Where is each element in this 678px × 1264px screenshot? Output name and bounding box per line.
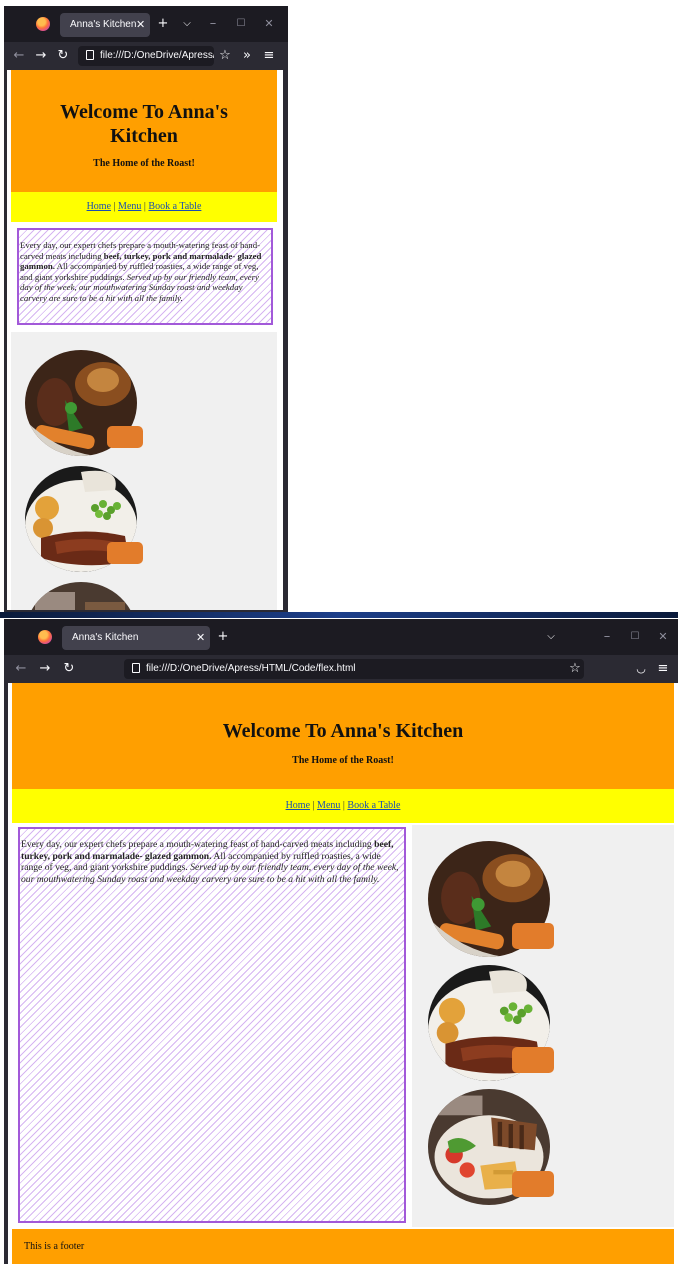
nav-bar: ← → ↻ file:///D:/OneDrive/Apress/HTML ☆ … [4,42,288,70]
food-gallery [11,332,277,610]
tab-title: Anna's Kitchen [70,19,137,30]
nav-book-link[interactable]: Book a Table [347,800,400,811]
page-header: Welcome To Anna's Kitchen The Home of th… [12,683,674,789]
browser-window-narrow: Anna's Kitchen ✕ + ⌵ – ☐ ✕ ← → ↻ file://… [4,6,288,612]
menu-icon[interactable]: ≡ [260,46,278,66]
nav-bar: ← → ↻ file:///D:/OneDrive/Apress/HTML/Co… [4,655,678,683]
firefox-logo-icon [38,630,52,644]
firefox-logo-icon [36,17,50,31]
food-badge [512,923,554,949]
nav-separator: | [342,800,345,811]
tab-title: Anna's Kitchen [72,632,139,643]
food-badge [107,426,143,448]
maximize-icon[interactable]: ☐ [232,14,250,34]
close-window-icon[interactable]: ✕ [654,627,672,647]
page-icon [86,50,94,60]
tagline: The Home of the Roast! [93,158,195,169]
browser-window-wide: Anna's Kitchen ✕ + ⌵ – ☐ ✕ ← → ↻ file://… [4,619,678,1264]
star-icon[interactable]: ☆ [216,46,234,66]
food-image-steak-salad [25,582,137,610]
close-icon[interactable]: ✕ [196,626,205,650]
tab-annas-kitchen[interactable]: Anna's Kitchen ✕ [60,13,150,37]
food-badge [512,1047,554,1073]
maximize-icon[interactable]: ☐ [626,627,644,647]
intro-lead: Every day, our expert chefs prepare a mo… [21,839,372,850]
reload-icon[interactable]: ↻ [60,659,78,679]
nav-menu-link[interactable]: Menu [118,201,141,212]
food-gallery [412,825,674,1227]
food-badge [512,1171,554,1197]
desktop-background [0,612,678,618]
chevron-down-icon[interactable]: ⌵ [542,627,560,647]
chevron-down-icon[interactable]: ⌵ [178,14,196,34]
minimize-icon[interactable]: – [598,627,616,647]
nav-home-link[interactable]: Home [87,201,111,212]
back-icon[interactable]: ← [10,46,28,66]
forward-icon[interactable]: → [36,659,54,679]
url-text: file:///D:/OneDrive/Apress/HTML [100,50,214,61]
food-badge [107,542,143,564]
page-icon [132,663,140,673]
footer-text: This is a footer [24,1241,85,1252]
menu-icon[interactable]: ≡ [654,659,672,679]
nav-links: Home | Menu | Book a Table [12,789,674,823]
tab-bar: Anna's Kitchen ✕ + ⌵ – ☐ ✕ [4,619,678,655]
pocket-icon[interactable]: ◡ [632,659,650,679]
nav-book-link[interactable]: Book a Table [148,201,201,212]
url-text: file:///D:/OneDrive/Apress/HTML/Code/fle… [146,663,356,674]
nav-links: Home | Menu | Book a Table [11,192,277,222]
tagline: The Home of the Roast! [292,755,394,766]
plus-icon[interactable]: + [154,14,172,34]
close-window-icon[interactable]: ✕ [260,14,278,34]
page-title: Welcome To Anna's Kitchen [222,720,464,742]
overflow-icon[interactable]: » [238,46,256,66]
minimize-icon[interactable]: – [204,14,222,34]
forward-icon[interactable]: → [32,46,50,66]
reload-icon[interactable]: ↻ [54,46,72,66]
nav-menu-link[interactable]: Menu [317,800,340,811]
page-viewport: Welcome To Anna's Kitchen The Home of the… [7,70,283,610]
intro-text-box: Every day, our expert chefs prepare a mo… [18,827,406,1223]
page-footer: This is a footer [12,1229,674,1264]
plus-icon[interactable]: + [214,627,232,647]
page-title: Welcome To Anna's Kitchen [60,101,228,147]
page-viewport: Welcome To Anna's Kitchen The Home of th… [8,683,678,1264]
nav-separator: | [113,201,116,212]
star-icon[interactable]: ☆ [566,659,584,679]
tab-annas-kitchen[interactable]: Anna's Kitchen ✕ [62,626,210,650]
url-bar[interactable]: file:///D:/OneDrive/Apress/HTML [78,46,214,66]
url-bar[interactable]: file:///D:/OneDrive/Apress/HTML/Code/fle… [124,659,584,679]
page-header: Welcome To Anna's Kitchen The Home of the… [11,70,277,192]
nav-home-link[interactable]: Home [286,800,310,811]
nav-separator: | [312,800,315,811]
intro-text-box: Every day, our expert chefs prepare a mo… [17,228,273,325]
tab-bar: Anna's Kitchen ✕ + ⌵ – ☐ ✕ [4,6,288,42]
nav-separator: | [143,201,146,212]
close-icon[interactable]: ✕ [136,13,145,37]
back-icon[interactable]: ← [12,659,30,679]
